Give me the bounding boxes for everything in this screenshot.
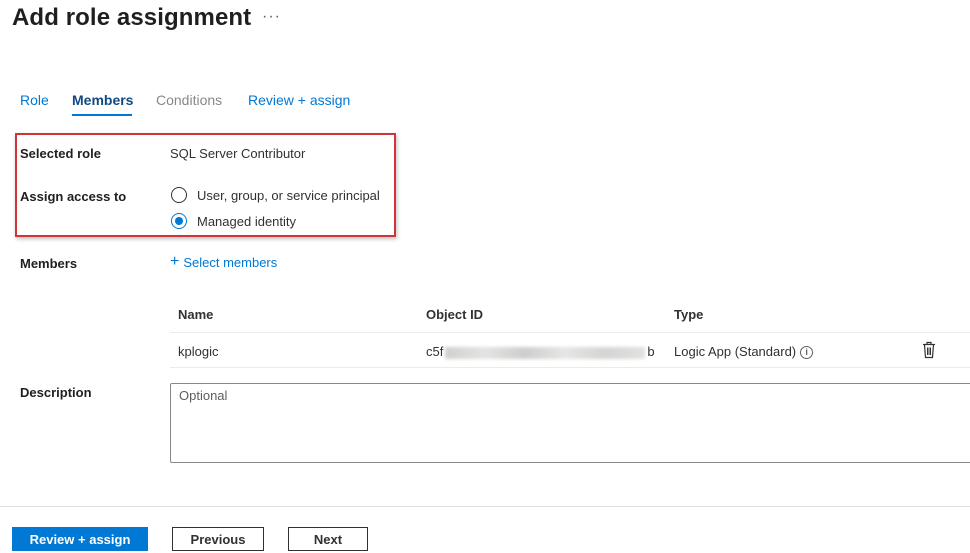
select-members-label: Select members (183, 254, 278, 270)
tab-members[interactable]: Members (72, 92, 133, 108)
radio-option-user-group[interactable]: User, group, or service principal (171, 187, 380, 203)
column-header-type: Type (674, 307, 704, 322)
info-icon[interactable]: i (800, 346, 814, 359)
radio-button-selected[interactable] (171, 213, 187, 229)
assign-access-label: Assign access to (20, 189, 127, 204)
member-type-label: Logic App (Standard) (674, 344, 797, 359)
add-role-assignment-page: Add role assignment ··· Role Members Con… (0, 0, 970, 553)
trash-icon[interactable] (922, 341, 936, 359)
members-label: Members (20, 256, 78, 271)
redacted-blur (445, 346, 646, 359)
tab-review-assign[interactable]: Review + assign (248, 92, 350, 108)
tab-conditions: Conditions (156, 92, 223, 108)
selected-role-value: SQL Server Contributor (170, 146, 306, 161)
member-type: Logic App (Standard) i (674, 344, 814, 359)
tab-role[interactable]: Role (20, 92, 49, 108)
radio-label: Managed identity (197, 213, 297, 229)
previous-button[interactable]: Previous (172, 527, 264, 551)
selected-role-label: Selected role (20, 146, 101, 161)
page-title: Add role assignment (12, 4, 252, 31)
select-members-button[interactable]: + Select members (170, 254, 277, 270)
review-assign-button[interactable]: Review + assign (12, 527, 148, 551)
column-header-object-id: Object ID (426, 307, 484, 322)
member-name: kplogic (178, 344, 219, 359)
radio-label: User, group, or service principal (197, 187, 380, 203)
more-options-button[interactable]: ··· (262, 8, 281, 26)
table-divider (170, 367, 970, 368)
radio-option-managed-identity[interactable]: Managed identity (171, 213, 296, 229)
radio-dot (175, 217, 183, 225)
tab-active-indicator (72, 114, 132, 116)
member-object-id: c5f b (426, 344, 655, 359)
description-label: Description (20, 385, 92, 400)
footer-divider (0, 506, 970, 507)
radio-button[interactable] (171, 187, 187, 203)
plus-icon: + (170, 253, 180, 270)
table-divider (170, 332, 970, 333)
object-id-suffix: b (647, 344, 655, 359)
next-button[interactable]: Next (288, 527, 368, 551)
object-id-prefix: c5f (426, 344, 444, 359)
column-header-name: Name (178, 307, 214, 322)
description-field[interactable] (170, 383, 970, 463)
